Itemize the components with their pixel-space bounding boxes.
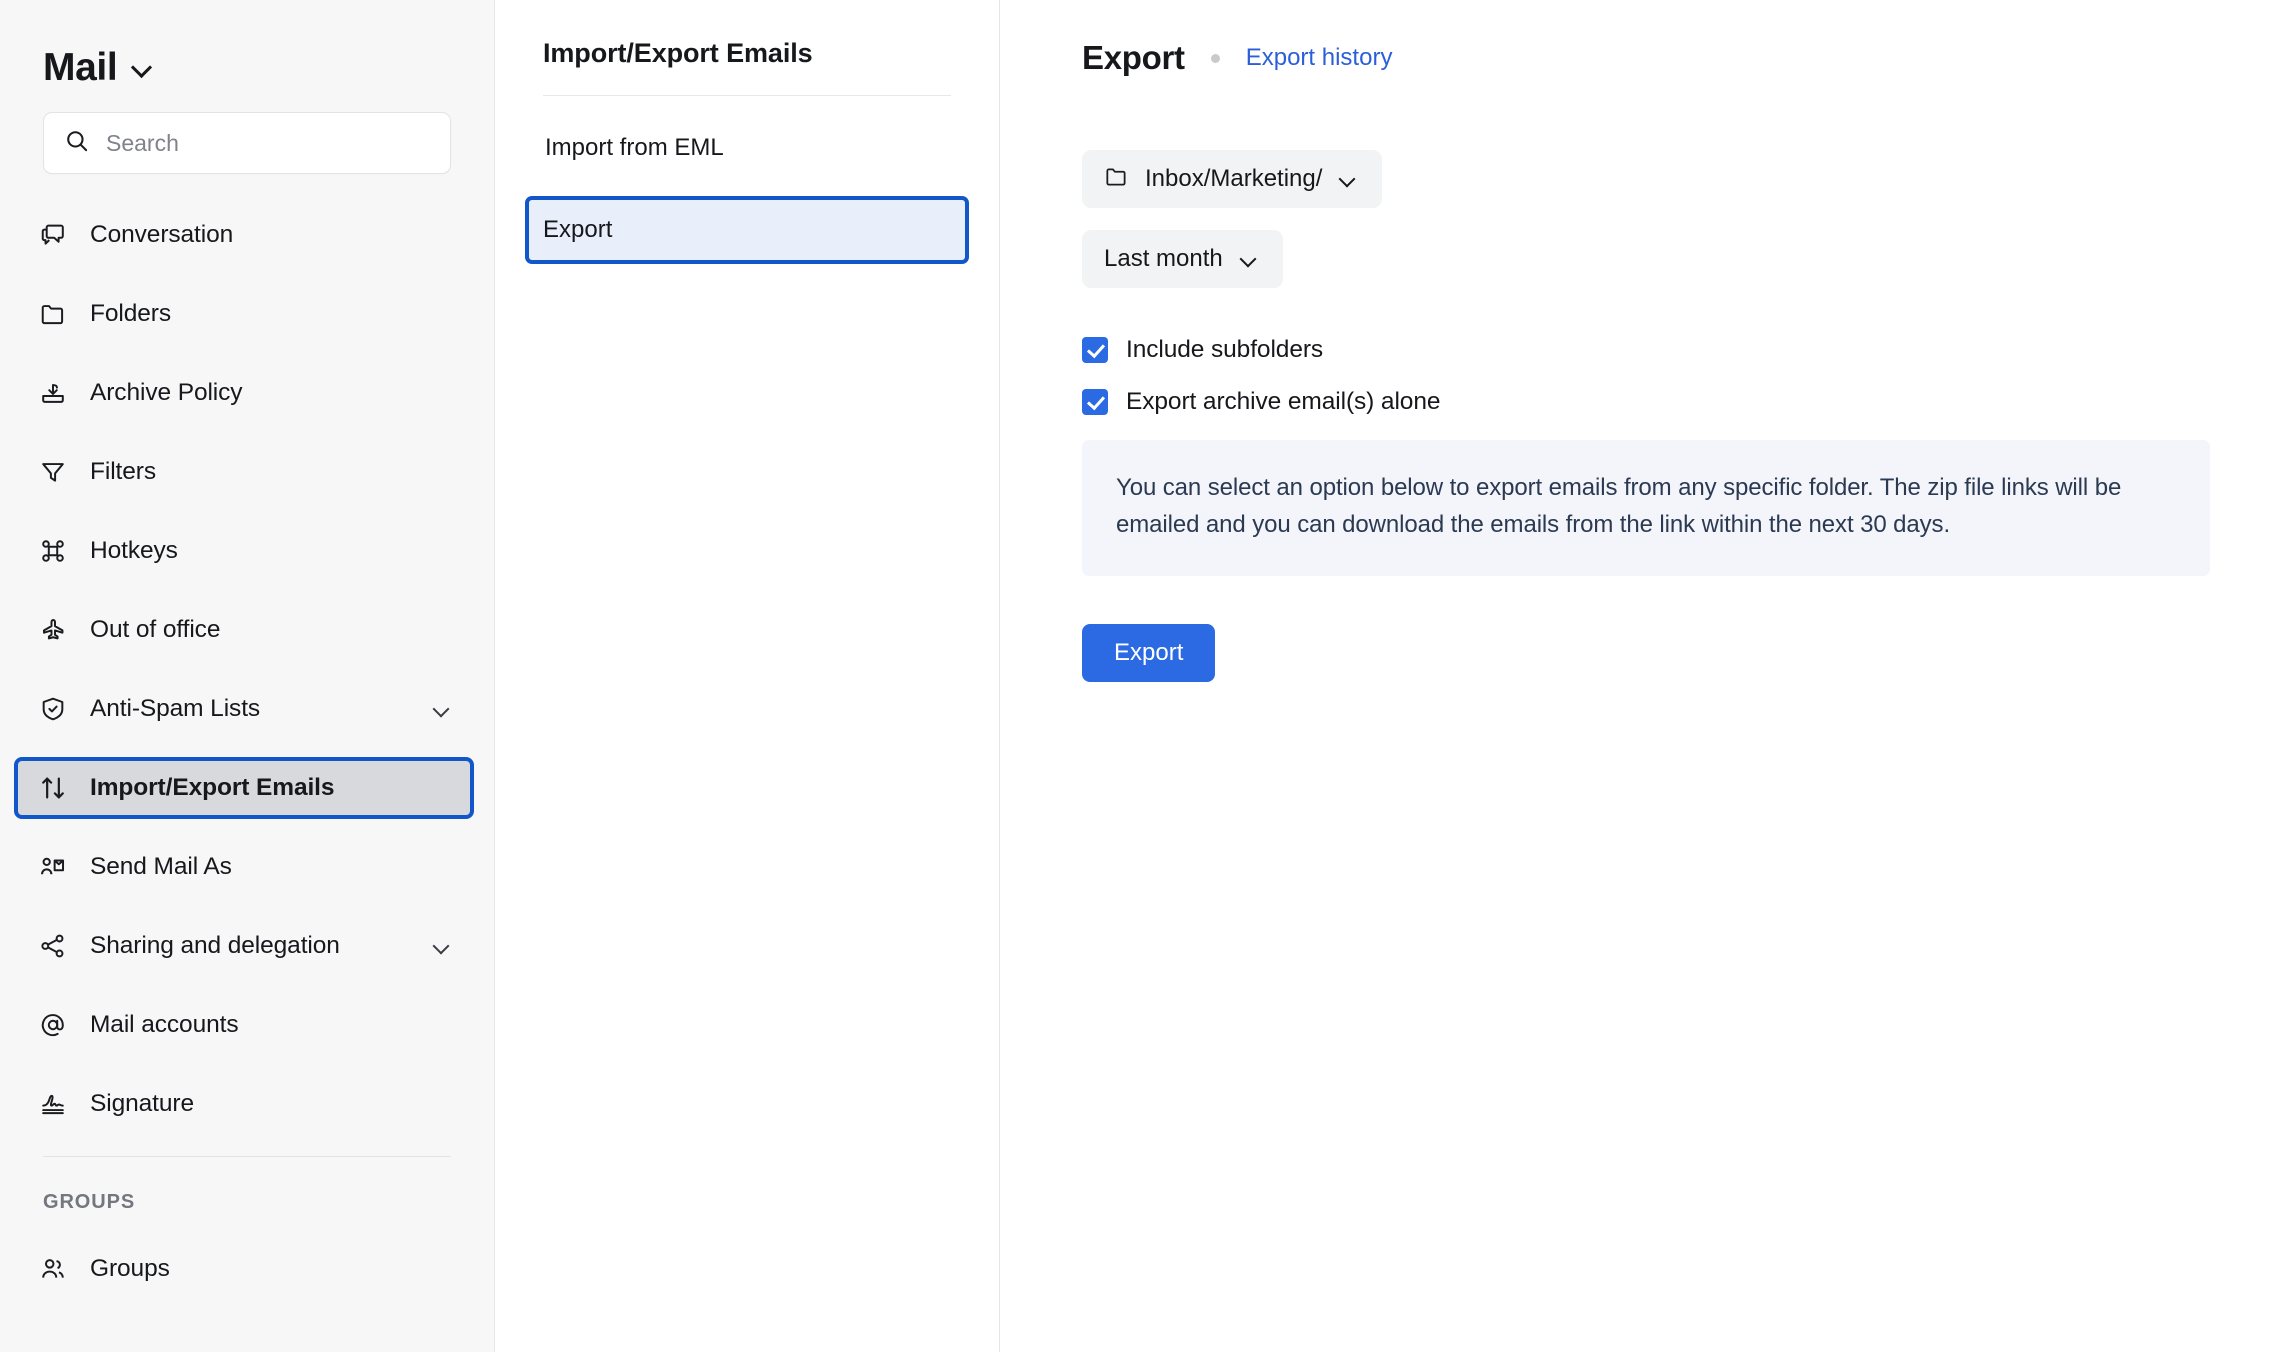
arrows-updown-icon bbox=[38, 773, 68, 803]
chevron-down-icon[interactable] bbox=[432, 935, 454, 957]
checkbox-label: Include subfolders bbox=[1126, 336, 1324, 363]
sidebar-item-archive-policy[interactable]: Archive Policy bbox=[18, 366, 470, 420]
share-nodes-icon bbox=[38, 931, 68, 961]
at-sign-icon bbox=[38, 1010, 68, 1040]
sidebar-item-label: Signature bbox=[90, 1090, 194, 1117]
checkbox-include-subfolders[interactable]: Include subfolders bbox=[1082, 336, 2210, 364]
folder-icon bbox=[1104, 164, 1129, 194]
main-header: Export Export history bbox=[1082, 30, 2210, 86]
sidebar: Mail Conversation bbox=[0, 0, 495, 1352]
brand-title: Mail bbox=[43, 45, 118, 89]
signature-icon bbox=[38, 1089, 68, 1119]
sidebar-item-label: Import/Export Emails bbox=[90, 774, 335, 801]
sidebar-item-mail-accounts[interactable]: Mail accounts bbox=[18, 998, 470, 1052]
chevron-down-icon[interactable] bbox=[432, 698, 454, 720]
sidebar-item-hotkeys[interactable]: Hotkeys bbox=[18, 524, 470, 578]
folder-select-value: Inbox/Marketing/ bbox=[1145, 165, 1323, 192]
sidebar-item-label: Mail accounts bbox=[90, 1011, 239, 1038]
sidebar-item-label: Filters bbox=[90, 458, 156, 485]
sidebar-item-label: Conversation bbox=[90, 221, 234, 248]
checkbox-export-archive-alone[interactable]: Export archive email(s) alone bbox=[1082, 388, 2210, 416]
airplane-icon bbox=[38, 615, 68, 645]
sidebar-item-label: Sharing and delegation bbox=[90, 932, 340, 959]
export-filters: Inbox/Marketing/ Last month bbox=[1082, 150, 2210, 288]
info-banner-text: You can select an option below to export… bbox=[1116, 474, 2122, 538]
sidebar-groups-nav: Groups bbox=[0, 1242, 494, 1296]
chevron-down-icon[interactable] bbox=[1239, 248, 1261, 270]
archive-icon bbox=[38, 378, 68, 408]
sidebar-item-label: Archive Policy bbox=[90, 379, 243, 406]
user-send-icon bbox=[38, 852, 68, 882]
sidebar-item-out-of-office[interactable]: Out of office bbox=[18, 603, 470, 657]
info-banner: You can select an option below to export… bbox=[1082, 440, 2210, 576]
sidebar-item-label: Hotkeys bbox=[90, 537, 178, 564]
groups-section-header: GROUPS bbox=[43, 1191, 136, 1213]
search-input[interactable] bbox=[106, 129, 430, 157]
sidebar-item-folders[interactable]: Folders bbox=[18, 287, 470, 341]
sidebar-nav: Conversation Folders Archive Policy Filt… bbox=[0, 208, 494, 1131]
filter-icon bbox=[38, 457, 68, 487]
export-options: Include subfolders Export archive email(… bbox=[1082, 336, 2210, 416]
shield-check-icon bbox=[38, 694, 68, 724]
sidebar-item-label: Folders bbox=[90, 300, 171, 327]
sidebar-item-sharing-and-delegation[interactable]: Sharing and delegation bbox=[18, 919, 470, 973]
mid-item-import-from-eml[interactable]: Import from EML bbox=[543, 118, 951, 178]
middle-panel-title: Import/Export Emails bbox=[543, 38, 951, 96]
sidebar-item-conversation[interactable]: Conversation bbox=[18, 208, 470, 262]
folder-select[interactable]: Inbox/Marketing/ bbox=[1082, 150, 1383, 208]
checkbox-label: Export archive email(s) alone bbox=[1126, 388, 1441, 415]
sidebar-item-label: Groups bbox=[90, 1255, 170, 1282]
sidebar-item-label: Anti-Spam Lists bbox=[90, 695, 261, 722]
export-button[interactable]: Export bbox=[1082, 623, 1216, 682]
search-box[interactable] bbox=[43, 112, 451, 174]
sidebar-item-anti-spam-lists[interactable]: Anti-Spam Lists bbox=[18, 682, 470, 736]
brand-switcher[interactable]: Mail bbox=[0, 0, 494, 96]
mid-item-export[interactable]: Export bbox=[525, 196, 969, 264]
conversation-icon bbox=[38, 220, 68, 250]
date-range-value: Last month bbox=[1104, 245, 1223, 272]
sidebar-item-filters[interactable]: Filters bbox=[18, 445, 470, 499]
sidebar-item-send-mail-as[interactable]: Send Mail As bbox=[18, 840, 470, 894]
command-icon bbox=[38, 536, 68, 566]
sidebar-item-groups[interactable]: Groups bbox=[18, 1242, 470, 1296]
separator-dot-icon bbox=[1210, 53, 1220, 63]
page-title: Export bbox=[1082, 39, 1185, 76]
sidebar-item-signature[interactable]: Signature bbox=[18, 1077, 470, 1131]
checkbox-checked-icon[interactable] bbox=[1082, 337, 1108, 363]
main-content: Export Export history Inbox/Marketing/ L… bbox=[1000, 0, 2270, 1352]
middle-panel: Import/Export Emails Import from EML Exp… bbox=[495, 0, 1000, 1352]
app-root: Mail Conversation bbox=[0, 0, 2270, 1352]
chevron-down-icon[interactable] bbox=[131, 56, 153, 78]
date-range-select[interactable]: Last month bbox=[1082, 230, 1283, 288]
checkbox-checked-icon[interactable] bbox=[1082, 389, 1108, 415]
search-icon bbox=[64, 128, 90, 159]
sidebar-item-label: Send Mail As bbox=[90, 853, 232, 880]
chevron-down-icon[interactable] bbox=[1338, 168, 1360, 190]
sidebar-item-import-export-emails[interactable]: Import/Export Emails bbox=[14, 757, 474, 819]
users-icon bbox=[38, 1254, 68, 1284]
export-history-link[interactable]: Export history bbox=[1246, 44, 1393, 72]
folder-icon bbox=[38, 299, 68, 329]
sidebar-item-label: Out of office bbox=[90, 616, 221, 643]
